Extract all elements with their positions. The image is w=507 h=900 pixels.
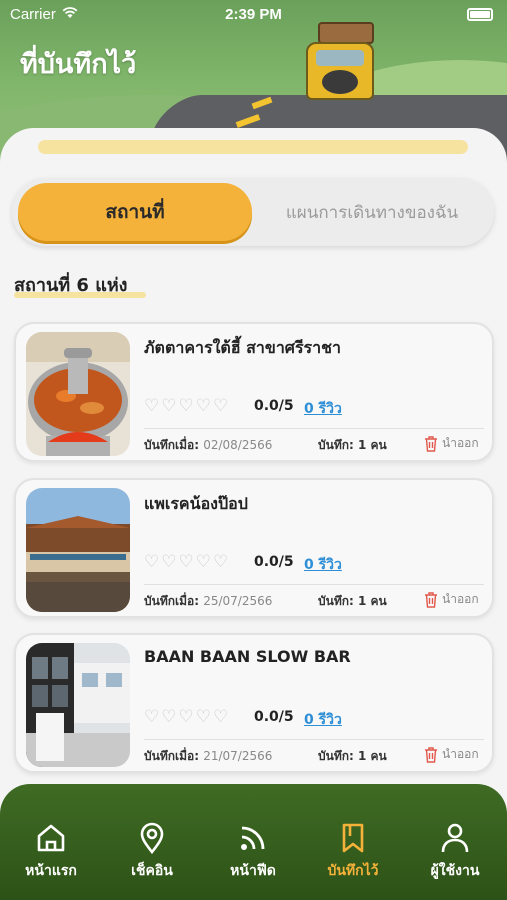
- remove-label: นำออก: [442, 747, 479, 761]
- place-card[interactable]: แพเรคน้องป๊อป ♡♡♡♡♡ 0.0/5 0 รีวิว บันทึก…: [14, 478, 494, 618]
- savers-count: บันทึก: 1 คน: [318, 438, 387, 452]
- tab-places[interactable]: สถานที่: [18, 183, 252, 241]
- rating-hearts[interactable]: ♡♡♡♡♡: [144, 396, 230, 416]
- place-thumbnail: [26, 332, 130, 456]
- remove-label: นำออก: [442, 592, 479, 606]
- bottom-tab-bar: หน้าแรก เช็คอิน หน้าฟีด บันทึกไว้ ผู้ใช้…: [0, 784, 507, 900]
- page-title: ที่บันทึกไว้: [20, 49, 137, 80]
- tab-my-trips[interactable]: แผนการเดินทางของฉัน: [256, 183, 488, 241]
- reviews-link[interactable]: 0 รีวิว: [304, 554, 342, 576]
- saved-date: บันทึกเมื่อ: 25/07/2566: [144, 594, 273, 608]
- tab-label: หน้าแรก: [25, 863, 77, 879]
- tab-home[interactable]: หน้าแรก: [6, 820, 96, 884]
- car-illustration: [306, 42, 374, 100]
- battery-icon: [467, 8, 493, 21]
- saved-date: บันทึกเมื่อ: 02/08/2566: [144, 438, 273, 452]
- reviews-link[interactable]: 0 รีวิว: [304, 709, 342, 731]
- trash-icon: [425, 746, 437, 763]
- place-card[interactable]: BAAN BAAN SLOW BAR ♡♡♡♡♡ 0.0/5 0 รีวิว บ…: [14, 633, 494, 773]
- trash-icon: [425, 591, 437, 608]
- rating-value: 0.0/5: [254, 398, 294, 414]
- tab-checkin[interactable]: เช็คอิน: [107, 820, 197, 884]
- remove-button[interactable]: นำออก: [424, 745, 479, 764]
- tab-profile[interactable]: ผู้ใช้งาน: [410, 820, 500, 884]
- remove-button[interactable]: นำออก: [424, 434, 479, 453]
- bookmark-icon: [342, 823, 364, 853]
- user-icon: [441, 823, 469, 853]
- tab-feed[interactable]: หน้าฟีด: [208, 820, 298, 884]
- tab-label: หน้าฟีด: [230, 863, 276, 879]
- place-name: BAAN BAAN SLOW BAR: [144, 647, 351, 666]
- remove-label: นำออก: [442, 436, 479, 450]
- place-thumbnail: [26, 488, 130, 612]
- place-name: ภัตตาคารใต้ฮี้ สาขาศรีราชา: [144, 338, 341, 357]
- card-divider: [144, 428, 484, 429]
- title-underline: [14, 292, 146, 298]
- rating-hearts[interactable]: ♡♡♡♡♡: [144, 707, 230, 727]
- status-bar: Carrier 2:39 PM: [0, 5, 507, 27]
- saved-date: บันทึกเมื่อ: 21/07/2566: [144, 749, 273, 763]
- rating-value: 0.0/5: [254, 709, 294, 725]
- feed-icon: [241, 826, 265, 850]
- place-thumbnail: [26, 643, 130, 767]
- reviews-link[interactable]: 0 รีวิว: [304, 398, 342, 420]
- savers-count: บันทึก: 1 คน: [318, 594, 387, 608]
- card-divider: [144, 739, 484, 740]
- home-icon: [37, 824, 65, 852]
- card-divider: [144, 584, 484, 585]
- tab-saved[interactable]: บันทึกไว้: [308, 820, 398, 884]
- rating-value: 0.0/5: [254, 554, 294, 570]
- trash-icon: [425, 435, 437, 452]
- tab-label: ผู้ใช้งาน: [430, 863, 480, 879]
- sheet-accent-bar: [38, 140, 468, 154]
- place-card[interactable]: ภัตตาคารใต้ฮี้ สาขาศรีราชา ♡♡♡♡♡ 0.0/5 0…: [14, 322, 494, 462]
- location-pin-icon: [140, 822, 164, 855]
- segmented-control: สถานที่ แผนการเดินทางของฉัน: [12, 178, 494, 246]
- remove-button[interactable]: นำออก: [424, 590, 479, 609]
- tab-label: บันทึกไว้: [327, 863, 379, 879]
- place-name: แพเรคน้องป๊อป: [144, 494, 248, 513]
- clock: 2:39 PM: [225, 6, 282, 23]
- savers-count: บันทึก: 1 คน: [318, 749, 387, 763]
- tab-label: เช็คอิน: [131, 863, 173, 879]
- rating-hearts[interactable]: ♡♡♡♡♡: [144, 552, 230, 572]
